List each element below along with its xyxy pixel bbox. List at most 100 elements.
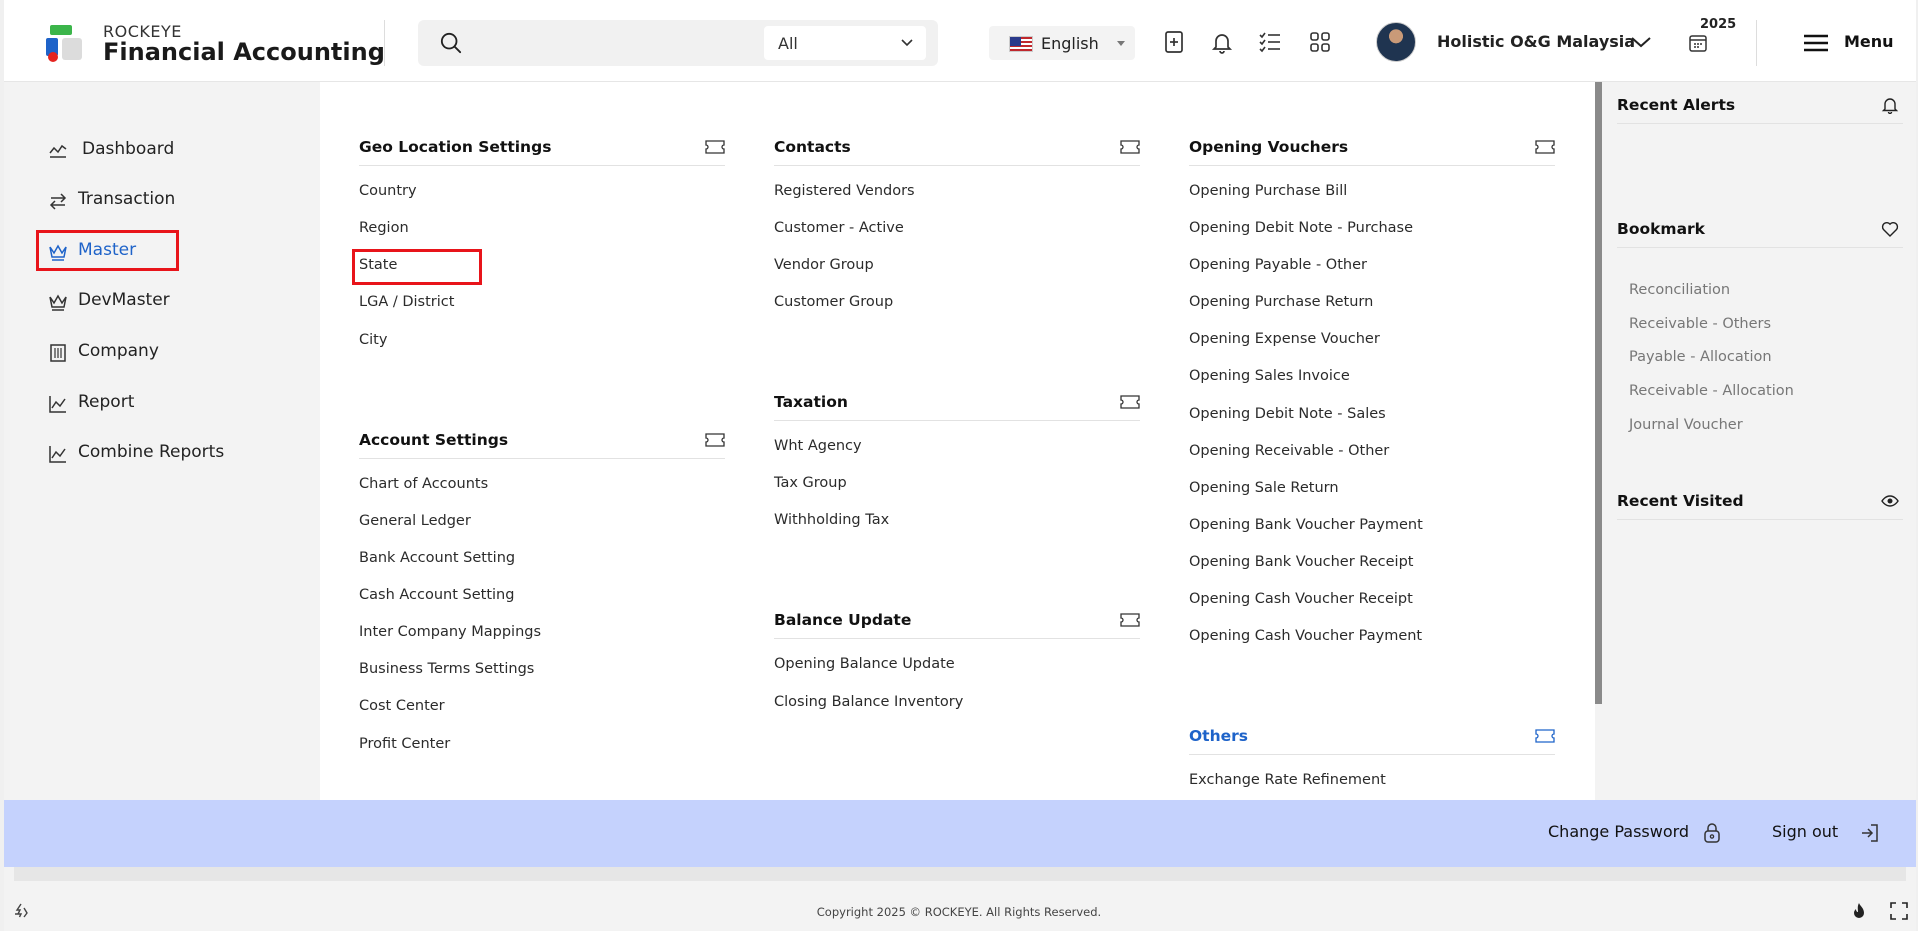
sign-out-button[interactable]: Sign out [1772,822,1838,841]
menu-link-business-terms-settings[interactable]: Business Terms Settings [359,661,534,677]
menu-link-chart-of-accounts[interactable]: Chart of Accounts [359,476,488,492]
section-title: Recent Alerts [1617,96,1736,114]
state-highlight [352,249,482,285]
section-title: Recent Visited [1617,492,1744,510]
lock-icon[interactable] [1701,822,1723,844]
calendar-icon[interactable] [1688,33,1708,53]
crown-icon [49,294,67,311]
search-scope-select[interactable]: All [764,26,926,60]
task-list-icon[interactable] [1258,30,1282,54]
menu-link-closing-balance-inventory[interactable]: Closing Balance Inventory [774,694,963,710]
sign-out-icon[interactable] [1859,822,1881,844]
menu-link-opening-balance-update[interactable]: Opening Balance Update [774,656,955,672]
menu-link-opening-sales-invoice[interactable]: Opening Sales Invoice [1189,368,1350,384]
sidebar-item-label: Transaction [78,189,176,209]
search-input[interactable] [478,28,778,58]
menu-link-withholding-tax[interactable]: Withholding Tax [774,512,889,528]
bookmark-item[interactable]: Payable - Allocation [1629,349,1772,365]
menu-link-opening-bank-voucher-receipt[interactable]: Opening Bank Voucher Receipt [1189,554,1413,570]
menu-link-registered-vendors[interactable]: Registered Vendors [774,183,915,199]
copyright-text: Copyright 2025 © ROCKEYE. All Rights Res… [816,905,1102,919]
ticket-icon[interactable] [1120,140,1140,154]
area-chart-icon [49,446,66,463]
app-logo[interactable] [44,22,86,64]
heart-icon[interactable] [1881,220,1899,238]
change-password-button[interactable]: Change Password [1548,822,1689,841]
menu-link-bank-account-setting[interactable]: Bank Account Setting [359,550,515,566]
menu-link-vendor-group[interactable]: Vendor Group [774,257,874,273]
hamburger-icon [1804,34,1828,52]
section-contacts: Contacts [774,126,1140,166]
apps-grid-icon[interactable] [1308,30,1332,54]
section-others: Others [1189,715,1555,755]
menu-link-customer-active[interactable]: Customer - Active [774,220,904,236]
menu-link-opening-debit-note-sales[interactable]: Opening Debit Note - Sales [1189,406,1386,422]
section-account-settings: Account Settings [359,419,725,459]
ticket-icon[interactable] [705,433,725,447]
bookmark-item[interactable]: Receivable - Others [1629,316,1771,332]
ticket-icon[interactable] [705,140,725,154]
section-title: Balance Update [774,611,912,629]
menu-link-opening-cash-voucher-payment[interactable]: Opening Cash Voucher Payment [1189,628,1422,644]
ticket-icon[interactable] [1535,140,1555,154]
menu-link-wht-agency[interactable]: Wht Agency [774,438,862,454]
menu-link-region[interactable]: Region [359,220,409,236]
section-title: Contacts [774,138,851,156]
menu-link-exchange-rate-refinement[interactable]: Exchange Rate Refinement [1189,772,1386,788]
menu-link-opening-purchase-return[interactable]: Opening Purchase Return [1189,294,1373,310]
company-name[interactable]: Holistic O&G Malaysia [1437,32,1635,51]
section-title: Others [1189,727,1249,745]
recent-visited-header: Recent Visited [1617,480,1903,520]
area-chart-icon [49,396,66,413]
sidebar-item-label: Report [78,392,135,412]
bell-icon[interactable] [1881,96,1899,114]
bookmark-header: Bookmark [1617,208,1903,248]
menu-link-tax-group[interactable]: Tax Group [774,475,847,491]
scrollbar-thumb[interactable] [1595,82,1602,704]
menu-link-country[interactable]: Country [359,183,417,199]
section-balance-update: Balance Update [774,599,1140,639]
ticket-icon[interactable] [1120,613,1140,627]
bookmark-item[interactable]: Reconciliation [1629,282,1730,298]
menu-link-lga-district[interactable]: LGA / District [359,294,454,310]
sidebar-item-label: Combine Reports [78,442,225,462]
flame-icon[interactable] [1850,902,1868,920]
menu-link-opening-expense-voucher[interactable]: Opening Expense Voucher [1189,331,1380,347]
menu-link-opening-purchase-bill[interactable]: Opening Purchase Bill [1189,183,1347,199]
search-icon[interactable] [440,32,462,54]
menu-link-cash-account-setting[interactable]: Cash Account Setting [359,587,514,603]
building-icon [50,344,66,362]
fullscreen-icon[interactable] [1890,902,1908,920]
eye-icon[interactable] [1881,492,1899,510]
us-flag-icon [1009,36,1033,52]
master-highlight [36,230,179,271]
menu-link-opening-debit-note-purchase[interactable]: Opening Debit Note - Purchase [1189,220,1413,236]
menu-link-opening-bank-voucher-payment[interactable]: Opening Bank Voucher Payment [1189,517,1423,533]
menu-link-profit-center[interactable]: Profit Center [359,736,450,752]
add-bookmark-icon[interactable] [1162,30,1186,54]
menu-link-customer-group[interactable]: Customer Group [774,294,893,310]
menu-link-opening-receivable-other[interactable]: Opening Receivable - Other [1189,443,1389,459]
section-title: Opening Vouchers [1189,138,1349,156]
menu-link-general-ledger[interactable]: General Ledger [359,513,471,529]
section-title: Geo Location Settings [359,138,552,156]
menu-link-opening-payable-other[interactable]: Opening Payable - Other [1189,257,1367,273]
avatar[interactable] [1376,22,1416,62]
top-header: ROCKEYE Financial Accounting All English… [4,0,1916,82]
menu-link-opening-sale-return[interactable]: Opening Sale Return [1189,480,1339,496]
divider [14,867,1906,881]
chevron-down-icon [901,39,913,47]
chevron-down-icon[interactable] [1630,34,1652,50]
menu-link-opening-cash-voucher-receipt[interactable]: Opening Cash Voucher Receipt [1189,591,1413,607]
chart-line-icon [49,144,67,158]
ticket-icon[interactable] [1120,395,1140,409]
section-title: Account Settings [359,431,509,449]
bookmark-item[interactable]: Receivable - Allocation [1629,383,1794,399]
menu-link-cost-center[interactable]: Cost Center [359,698,445,714]
menu-link-city[interactable]: City [359,332,387,348]
bookmark-item[interactable]: Journal Voucher [1629,417,1743,433]
ticket-icon[interactable] [1535,729,1555,743]
language-select[interactable]: English [989,26,1135,60]
menu-link-inter-company-mappings[interactable]: Inter Company Mappings [359,624,541,640]
bell-icon[interactable] [1210,30,1234,54]
